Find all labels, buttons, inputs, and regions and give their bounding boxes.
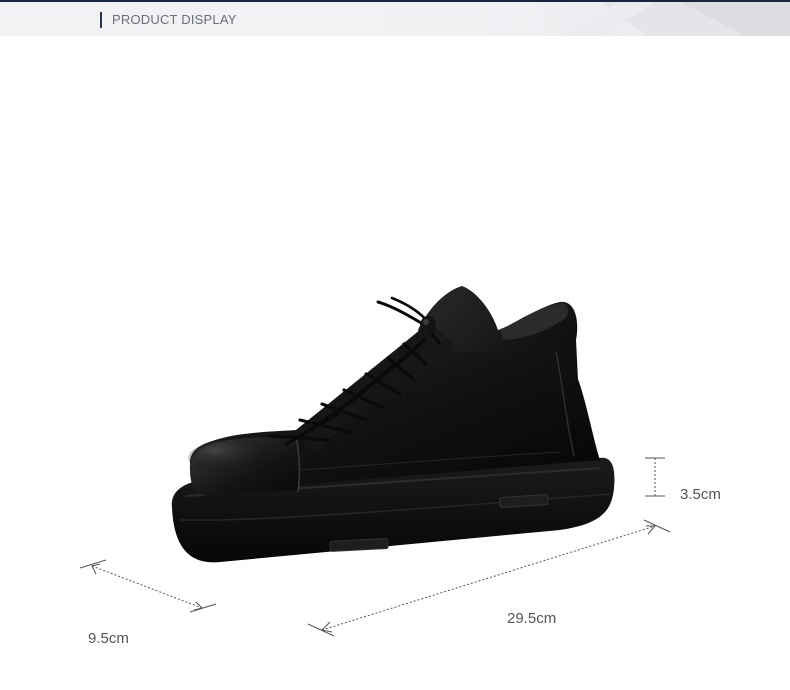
- width-dimension-label: 9.5cm: [88, 630, 129, 647]
- product-illustration: [79, 286, 671, 637]
- height-dimension-label: 3.5cm: [680, 486, 721, 503]
- width-dimension-marker: [79, 559, 217, 613]
- product-display-page: PRODUCT DISPLAY 3.5cm 29.5cm 9.5cm: [0, 0, 790, 690]
- length-dimension-label: 29.5cm: [507, 610, 557, 627]
- height-dimension-marker: [645, 457, 665, 497]
- boot-image: [171, 286, 615, 563]
